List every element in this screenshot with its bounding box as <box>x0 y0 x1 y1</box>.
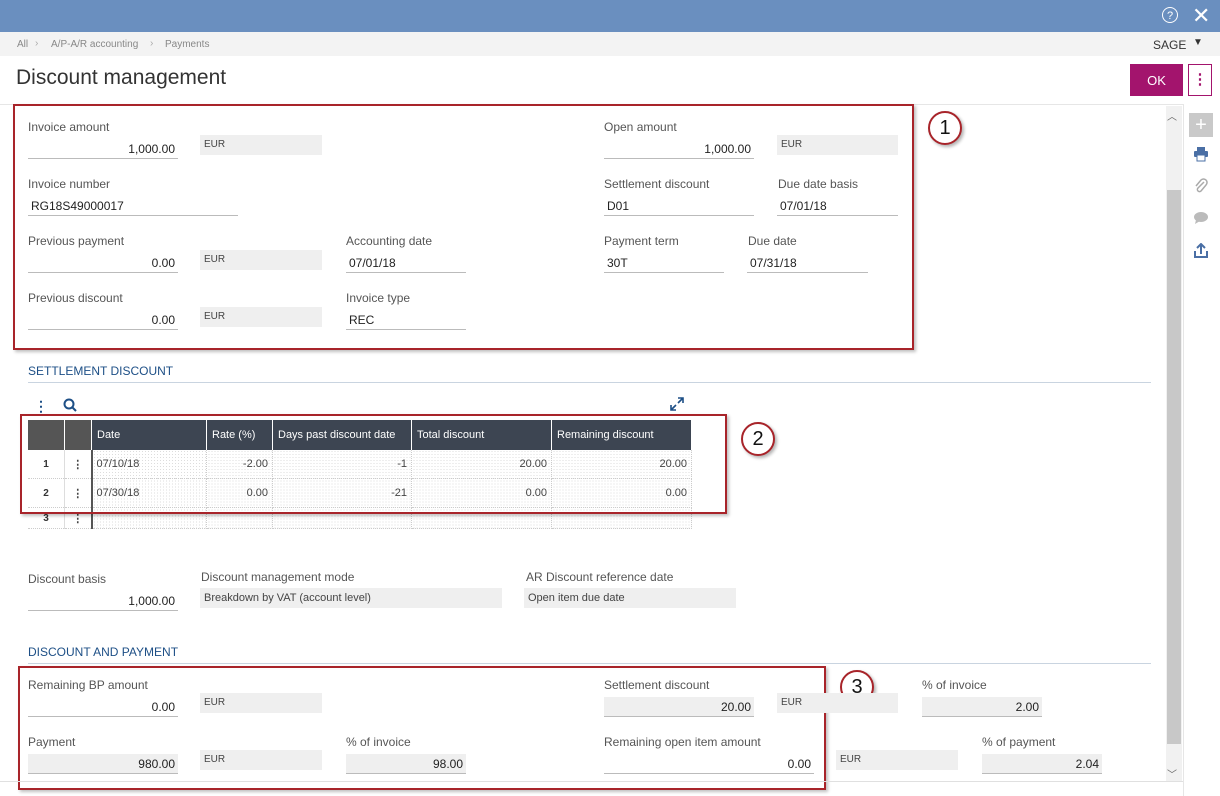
invoice-type-field[interactable]: REC <box>346 310 466 330</box>
chevron-right-icon: › <box>150 38 154 49</box>
remaining-open-label: Remaining open item amount <box>604 735 761 749</box>
scrollbar-thumb[interactable] <box>1167 190 1181 744</box>
previous-discount-currency-field: EUR <box>200 307 322 327</box>
expand-icon[interactable] <box>670 397 684 414</box>
due-date-basis-field[interactable]: 07/01/18 <box>777 196 898 216</box>
payment-label: Payment <box>28 735 76 749</box>
settlement-discount-label: Settlement discount <box>604 177 710 191</box>
invoice-currency-field: EUR <box>200 135 322 155</box>
paperclip-icon[interactable] <box>1190 178 1212 200</box>
open-currency-field: EUR <box>777 135 898 155</box>
chevron-right-icon: › <box>35 38 39 49</box>
breadcrumb-ap-ar[interactable]: A/P-A/R accounting <box>51 39 138 50</box>
invoice-number-label: Invoice number <box>28 177 111 191</box>
remaining-bp-label: Remaining BP amount <box>28 678 148 692</box>
share-icon[interactable] <box>1190 242 1212 265</box>
ar-discount-ref-date-label: AR Discount reference date <box>526 570 674 584</box>
due-date-basis-label: Due date basis <box>778 177 859 191</box>
scroll-down-icon[interactable]: ﹀ <box>1167 766 1177 781</box>
remaining-bp-currency-field: EUR <box>200 693 322 713</box>
scroll-up-icon[interactable]: ︿ <box>1167 108 1177 123</box>
divider <box>28 663 1151 664</box>
pct-invoice-field: 2.00 <box>922 697 1042 717</box>
payment-currency-field: EUR <box>200 750 322 770</box>
settlement-discount-section-title: SETTLEMENT DISCOUNT <box>28 364 174 378</box>
discount-basis-label: Discount basis <box>28 572 107 586</box>
remaining-open-field[interactable]: 0.00 <box>604 754 814 774</box>
settlement-discount-field[interactable]: D01 <box>604 196 754 216</box>
previous-payment-currency-field: EUR <box>200 250 322 270</box>
pct-payment-field: 2.04 <box>982 754 1102 774</box>
invoice-number-field[interactable]: RG18S49000017 <box>28 196 238 216</box>
divider <box>28 382 1151 383</box>
help-icon[interactable]: ? <box>1162 7 1178 23</box>
close-icon[interactable]: ✕ <box>1192 0 1210 32</box>
accounting-date-field[interactable]: 07/01/18 <box>346 253 466 273</box>
payment-pct-invoice-label: % of invoice <box>346 735 411 749</box>
open-amount-label: Open amount <box>604 120 677 134</box>
ar-discount-ref-date-field: Open item due date <box>524 588 736 608</box>
previous-discount-field[interactable]: 0.00 <box>28 310 178 330</box>
payment-field: 980.00 <box>28 754 178 774</box>
discount-payment-section-title: DISCOUNT AND PAYMENT <box>28 645 179 659</box>
payment-pct-invoice-field: 98.00 <box>346 754 466 774</box>
invoice-amount-field[interactable]: 1,000.00 <box>28 139 178 159</box>
invoice-amount-label: Invoice amount <box>28 120 110 134</box>
open-amount-field[interactable]: 1,000.00 <box>604 139 754 159</box>
previous-payment-label: Previous payment <box>28 234 125 248</box>
print-icon[interactable] <box>1190 146 1212 168</box>
divider <box>0 781 1183 782</box>
due-date-field[interactable]: 07/31/18 <box>747 253 868 273</box>
invoice-type-label: Invoice type <box>346 291 411 305</box>
remaining-bp-field[interactable]: 0.00 <box>28 697 178 717</box>
discount-mode-label: Discount management mode <box>201 570 355 584</box>
callout-2: 2 <box>741 422 775 456</box>
pct-payment-label: % of payment <box>982 735 1056 749</box>
previous-discount-label: Previous discount <box>28 291 123 305</box>
top-bar <box>0 0 1220 32</box>
right-action-bar <box>1183 104 1220 796</box>
due-date-label: Due date <box>748 234 797 248</box>
discount-basis-field[interactable]: 1,000.00 <box>28 591 178 611</box>
page-title: Discount management <box>16 66 227 89</box>
settlement-discount-amount-field: 20.00 <box>604 697 754 717</box>
previous-payment-field[interactable]: 0.00 <box>28 253 178 273</box>
payment-term-field[interactable]: 30T <box>604 253 724 273</box>
accounting-date-label: Accounting date <box>346 234 433 248</box>
comment-icon[interactable] <box>1190 210 1212 232</box>
settlement-discount-currency-field: EUR <box>777 693 898 713</box>
plus-icon[interactable]: + <box>1189 113 1213 137</box>
discount-mode-field: Breakdown by VAT (account level) <box>200 588 502 608</box>
more-actions-icon[interactable]: ⋮ <box>1188 64 1212 96</box>
caret-down-icon[interactable]: ▼ <box>1193 37 1203 48</box>
grid-actions-icon[interactable]: ⋮ <box>34 398 48 415</box>
breadcrumb-all[interactable]: All <box>17 39 28 50</box>
breadcrumb-payments[interactable]: Payments <box>165 39 209 50</box>
callout-1: 1 <box>928 111 962 145</box>
search-icon[interactable] <box>63 398 77 415</box>
highlight-box-2 <box>20 414 727 514</box>
ok-button[interactable]: OK <box>1130 64 1183 96</box>
settlement-discount-amount-label: Settlement discount <box>604 678 710 692</box>
user-menu[interactable]: SAGE <box>1153 38 1186 52</box>
pct-invoice-label: % of invoice <box>922 678 987 692</box>
payment-term-label: Payment term <box>604 234 679 248</box>
remaining-open-currency-field: EUR <box>836 750 958 770</box>
